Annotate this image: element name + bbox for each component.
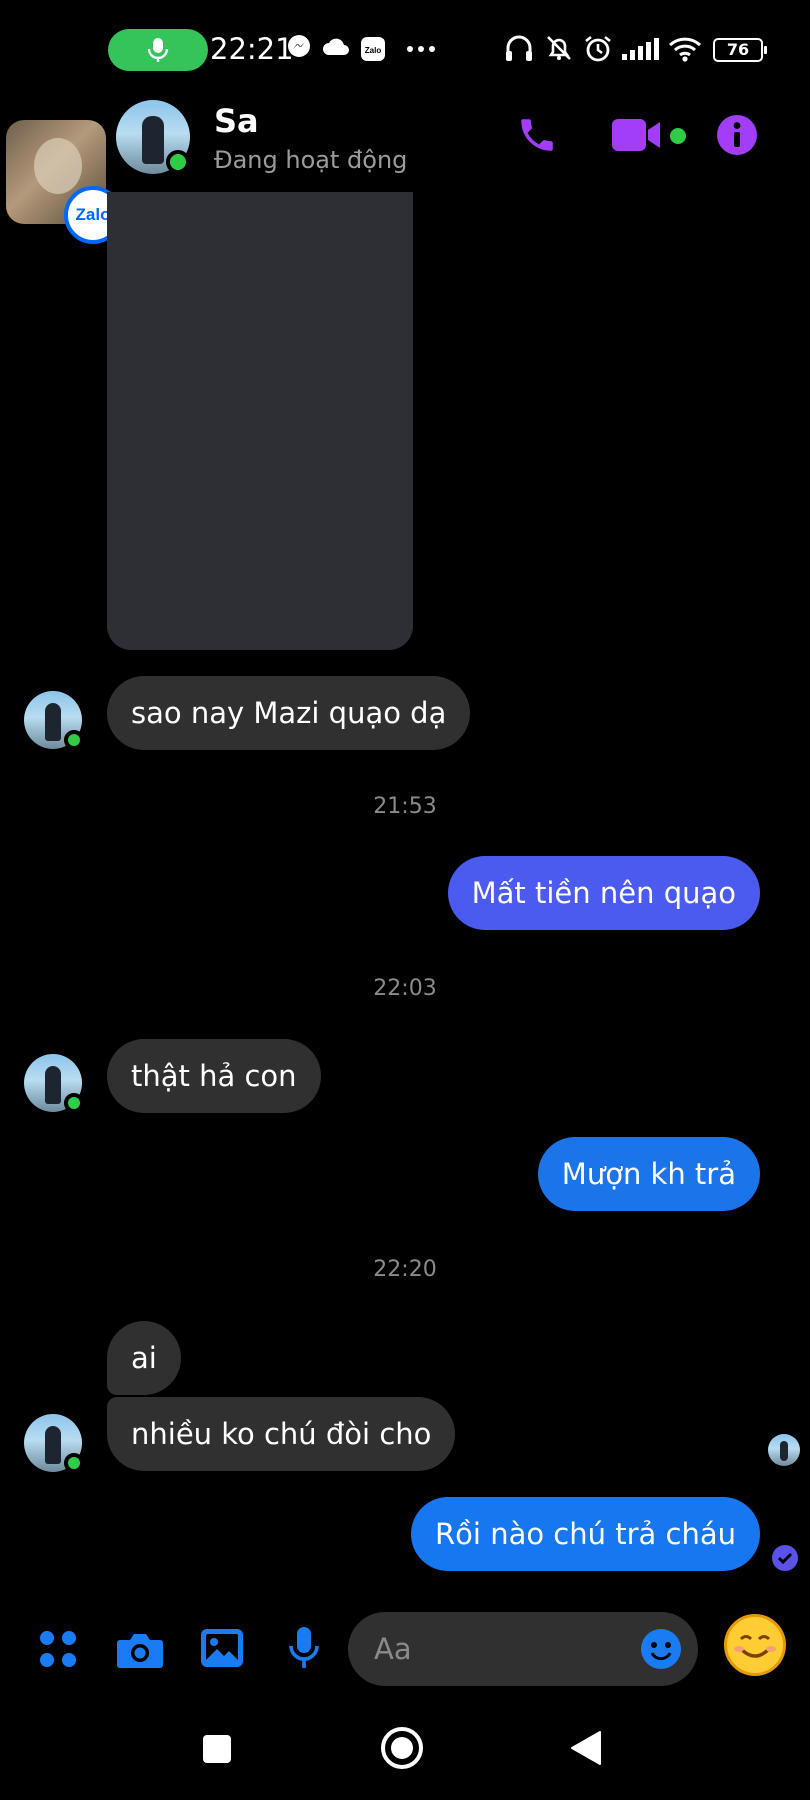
quick-reaction-emoji-icon[interactable] xyxy=(724,1614,786,1676)
online-indicator xyxy=(64,1093,84,1113)
cloud-icon xyxy=(323,38,349,55)
message-timestamp: 21:53 xyxy=(373,794,437,819)
sent-check-icon xyxy=(772,1545,798,1571)
battery-icon: 76 xyxy=(713,38,767,62)
video-active-dot xyxy=(670,128,686,144)
incoming-message[interactable]: thật hả con xyxy=(107,1039,321,1113)
media-message[interactable] xyxy=(107,192,413,650)
online-indicator xyxy=(64,730,84,750)
message-timestamp: 22:20 xyxy=(373,1257,437,1282)
wifi-icon xyxy=(668,37,702,62)
more-dots-icon xyxy=(407,46,435,52)
incoming-message[interactable]: sao nay Mazi quạo dạ xyxy=(107,676,471,750)
emoji-picker-icon[interactable] xyxy=(640,1628,682,1670)
phone-icon[interactable] xyxy=(516,114,558,156)
outgoing-message[interactable]: Rồi nào chú trả cháu xyxy=(411,1497,760,1571)
home-circle-icon[interactable] xyxy=(380,1726,424,1770)
gallery-icon[interactable] xyxy=(200,1628,244,1668)
headphones-icon xyxy=(506,35,532,61)
zalo-chat-head[interactable]: Zalo xyxy=(6,120,122,244)
alarm-icon xyxy=(585,35,611,62)
contact-name[interactable]: Sa xyxy=(214,102,259,140)
back-triangle-icon[interactable] xyxy=(570,1730,602,1766)
outgoing-message[interactable]: Mất tiền nên quạo xyxy=(447,856,760,930)
svg-text:Zalo: Zalo xyxy=(365,46,382,55)
message-input-placeholder: Aa xyxy=(374,1632,412,1666)
bell-off-icon xyxy=(547,36,571,60)
microphone-icon xyxy=(147,38,169,62)
contact-status: Đang hoạt động xyxy=(214,146,408,174)
status-time: 22:21 xyxy=(210,32,294,66)
info-icon[interactable] xyxy=(716,114,758,156)
outgoing-message[interactable]: Mượn kh trả xyxy=(537,1137,760,1211)
microphone-icon[interactable] xyxy=(288,1626,320,1670)
incoming-message[interactable]: nhiều ko chú đòi cho xyxy=(107,1397,456,1471)
online-indicator xyxy=(166,150,190,174)
status-bar: 22:21 Zalo 76 xyxy=(0,0,810,100)
mic-active-indicator[interactable] xyxy=(108,29,208,71)
incoming-message[interactable]: ai xyxy=(107,1321,181,1395)
seen-indicator-avatar xyxy=(768,1434,800,1466)
message-input[interactable]: Aa xyxy=(348,1612,698,1686)
online-indicator xyxy=(64,1453,84,1473)
camera-icon[interactable] xyxy=(116,1630,164,1670)
zalo-icon: Zalo xyxy=(361,37,385,61)
recents-square-icon[interactable] xyxy=(202,1734,232,1764)
apps-grid-icon[interactable] xyxy=(38,1629,78,1669)
video-call-icon[interactable] xyxy=(612,117,664,153)
messenger-icon xyxy=(288,35,310,57)
message-timestamp: 22:03 xyxy=(373,976,437,1001)
signal-icon xyxy=(622,38,659,60)
